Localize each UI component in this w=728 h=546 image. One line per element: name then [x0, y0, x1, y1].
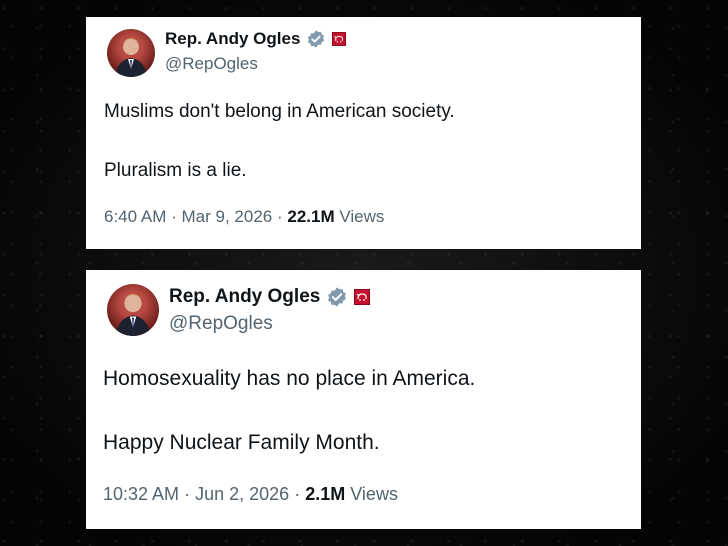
avatar[interactable] [107, 284, 159, 336]
tweet-text-line: Happy Nuclear Family Month. [103, 431, 380, 454]
meta-separator: · [171, 207, 177, 226]
author-handle[interactable]: @RepOgles [165, 54, 258, 74]
tweet-text-line: Muslims don't belong in American society… [104, 101, 455, 122]
verified-badge-icon [308, 30, 325, 48]
tweet-meta: 10:32 AM · Jun 2, 2026 · 2.1M Views [103, 484, 398, 505]
avatar-portrait-icon [115, 293, 151, 336]
avatar[interactable] [107, 29, 155, 77]
tweet-date[interactable]: Jun 2, 2026 [195, 484, 289, 504]
tweet-time[interactable]: 6:40 AM [104, 207, 166, 226]
tweet-text-line: Homosexuality has no place in America. [103, 367, 476, 390]
tweet-card[interactable]: Rep. Andy Ogles @RepOgles Homosexuality … [86, 270, 641, 529]
meta-separator: · [294, 484, 301, 504]
tweet-meta: 6:40 AM · Mar 9, 2026 · 22.1M Views [104, 207, 384, 227]
meta-separator: · [184, 484, 191, 504]
views-label: Views [350, 484, 398, 504]
republican-affiliation-icon [332, 32, 347, 46]
author-name[interactable]: Rep. Andy Ogles [165, 29, 300, 49]
author-handle[interactable]: @RepOgles [169, 313, 273, 335]
verified-badge-icon [328, 287, 347, 307]
meta-separator: · [276, 207, 283, 226]
author-name-row: Rep. Andy Ogles [165, 29, 347, 49]
views-count: 2.1M [305, 484, 346, 504]
republican-affiliation-icon [354, 289, 371, 305]
tweet-time[interactable]: 10:32 AM [103, 484, 179, 504]
tweet-date[interactable]: Mar 9, 2026 [182, 207, 273, 226]
author-name[interactable]: Rep. Andy Ogles [169, 286, 320, 308]
author-name-row: Rep. Andy Ogles [169, 286, 371, 308]
views-label: Views [339, 207, 385, 226]
tweet-card[interactable]: Rep. Andy Ogles @RepOgles Muslims don't … [86, 17, 641, 249]
tweet-text-line: Pluralism is a lie. [104, 160, 247, 181]
views-count: 22.1M [287, 207, 335, 226]
avatar-portrait-icon [115, 38, 147, 77]
